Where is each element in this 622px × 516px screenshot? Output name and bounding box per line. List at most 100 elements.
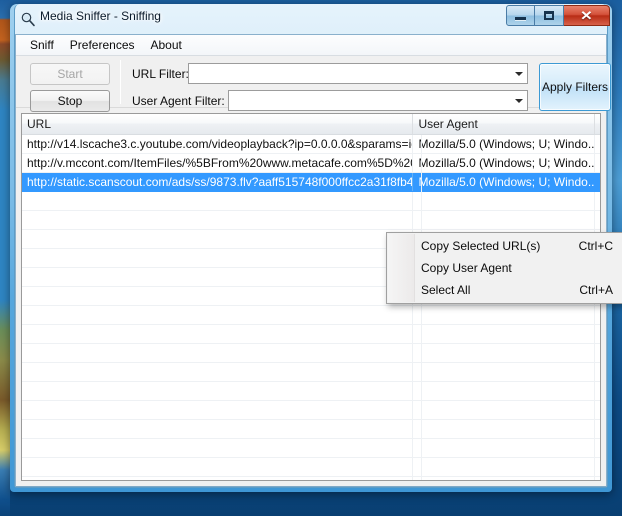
desktop-wallpaper-stripe (0, 0, 10, 516)
table-row-empty (22, 211, 600, 230)
url-filter-input[interactable] (189, 65, 510, 82)
cell-url (22, 211, 414, 229)
cell-user-agent (413, 401, 595, 419)
cell-user-agent (413, 325, 595, 343)
list-body: http://v14.lscache3.c.youtube.com/videop… (22, 135, 600, 480)
user-agent-filter-input[interactable] (229, 92, 510, 109)
context-menu-accelerator: Ctrl+C (578, 239, 613, 253)
maximize-icon (544, 11, 554, 20)
cell-user-agent (413, 211, 595, 229)
cell-url: http://static.scanscout.com/ads/ss/9873.… (22, 173, 414, 191)
cell-filler (595, 344, 600, 362)
column-header-url[interactable]: URL (22, 114, 414, 134)
cell-filler (595, 211, 600, 229)
minimize-icon (515, 17, 526, 20)
table-row-empty (22, 439, 600, 458)
table-row[interactable]: http://static.scanscout.com/ads/ss/9873.… (22, 173, 600, 192)
menu-item-sniff[interactable]: Sniff (22, 36, 62, 55)
menu-bar: Sniff Preferences About (16, 35, 606, 56)
table-row-empty (22, 382, 600, 401)
table-row-empty (22, 420, 600, 439)
stop-button[interactable]: Stop (30, 90, 110, 112)
table-row-empty (22, 192, 600, 211)
context-menu-label: Copy User Agent (421, 261, 512, 275)
user-agent-filter-label: User Agent Filter: (132, 94, 225, 108)
column-guide-url (421, 135, 422, 480)
cell-url (22, 363, 414, 381)
context-menu-item-copy-selected-urls[interactable]: Copy Selected URL(s) Ctrl+C (387, 235, 622, 257)
context-menu-item-copy-user-agent[interactable]: Copy User Agent (387, 257, 622, 279)
cell-url (22, 325, 414, 343)
cell-url (22, 477, 414, 480)
cell-user-agent (413, 306, 595, 324)
cell-url (22, 420, 414, 438)
cell-url (22, 192, 414, 210)
table-row-empty (22, 401, 600, 420)
close-icon: ✕ (580, 7, 593, 23)
window-title: Media Sniffer - Sniffing (40, 9, 161, 23)
menu-item-preferences[interactable]: Preferences (62, 36, 143, 55)
context-menu-label: Copy Selected URL(s) (421, 239, 541, 253)
table-row-empty (22, 306, 600, 325)
table-row-empty (22, 344, 600, 363)
cell-user-agent (413, 192, 595, 210)
start-button[interactable]: Start (30, 63, 110, 85)
cell-url (22, 344, 414, 362)
cell-url (22, 382, 414, 400)
cell-filler (595, 458, 600, 476)
url-filter-label: URL Filter: (132, 67, 189, 81)
cell-user-agent (413, 458, 595, 476)
user-agent-filter-combo[interactable] (228, 90, 528, 111)
close-button[interactable]: ✕ (564, 5, 610, 26)
table-row[interactable]: http://v.mccont.com/ItemFiles/%5BFrom%20… (22, 154, 600, 173)
toolbar-separator (120, 60, 121, 104)
cell-user-agent: Mozilla/5.0 (Windows; U; Windo... (413, 173, 595, 191)
column-header-filler (595, 114, 600, 134)
table-row-empty (22, 325, 600, 344)
cell-url: http://v.mccont.com/ItemFiles/%5BFrom%20… (22, 154, 414, 172)
table-row-empty (22, 458, 600, 477)
table-row-empty (22, 363, 600, 382)
column-header-user-agent[interactable]: User Agent (413, 114, 595, 134)
cell-user-agent (413, 477, 595, 480)
cell-filler (595, 325, 600, 343)
cell-url (22, 306, 414, 324)
context-menu-label: Select All (421, 283, 471, 297)
cell-url (22, 268, 414, 286)
cell-user-agent (413, 382, 595, 400)
menu-item-about[interactable]: About (143, 36, 190, 55)
window-controls: ✕ (506, 5, 610, 26)
cell-url: http://v14.lscache3.c.youtube.com/videop… (22, 135, 414, 153)
cell-user-agent: Mozilla/5.0 (Windows; U; Windo... (413, 135, 595, 153)
cell-user-agent (413, 363, 595, 381)
cell-filler (595, 306, 600, 324)
cell-url (22, 458, 414, 476)
apply-filters-button[interactable]: Apply Filters (539, 63, 611, 111)
context-menu[interactable]: Copy Selected URL(s) Ctrl+C Copy User Ag… (386, 232, 622, 304)
chevron-down-icon-user-agent-filter[interactable] (510, 91, 527, 110)
cell-url (22, 287, 414, 305)
client-area: Sniff Preferences About Start Stop URL F… (15, 34, 622, 487)
chevron-down-icon-url-filter[interactable] (510, 64, 527, 83)
cell-filler (595, 363, 600, 381)
cell-user-agent (413, 439, 595, 457)
cell-filler (595, 439, 600, 457)
cell-user-agent (413, 420, 595, 438)
cell-url (22, 439, 414, 457)
cell-filler (595, 420, 600, 438)
context-menu-item-select-all[interactable]: Select All Ctrl+A (387, 279, 622, 301)
cell-url (22, 401, 414, 419)
title-bar[interactable]: Media Sniffer - Sniffing ✕ (10, 4, 612, 34)
cell-filler (595, 477, 600, 480)
table-row[interactable]: http://v14.lscache3.c.youtube.com/videop… (22, 135, 600, 154)
cell-filler (595, 382, 600, 400)
url-filter-combo[interactable] (188, 63, 528, 84)
toolbar: Start Stop URL Filter: User Agent Filter… (16, 56, 611, 112)
cell-user-agent: Mozilla/5.0 (Windows; U; Windo... (413, 154, 595, 172)
minimize-button[interactable] (506, 5, 535, 26)
cell-user-agent (413, 344, 595, 362)
cell-url (22, 230, 414, 248)
maximize-button[interactable] (535, 5, 564, 26)
cell-filler (595, 154, 600, 172)
context-menu-accelerator: Ctrl+A (579, 283, 613, 297)
